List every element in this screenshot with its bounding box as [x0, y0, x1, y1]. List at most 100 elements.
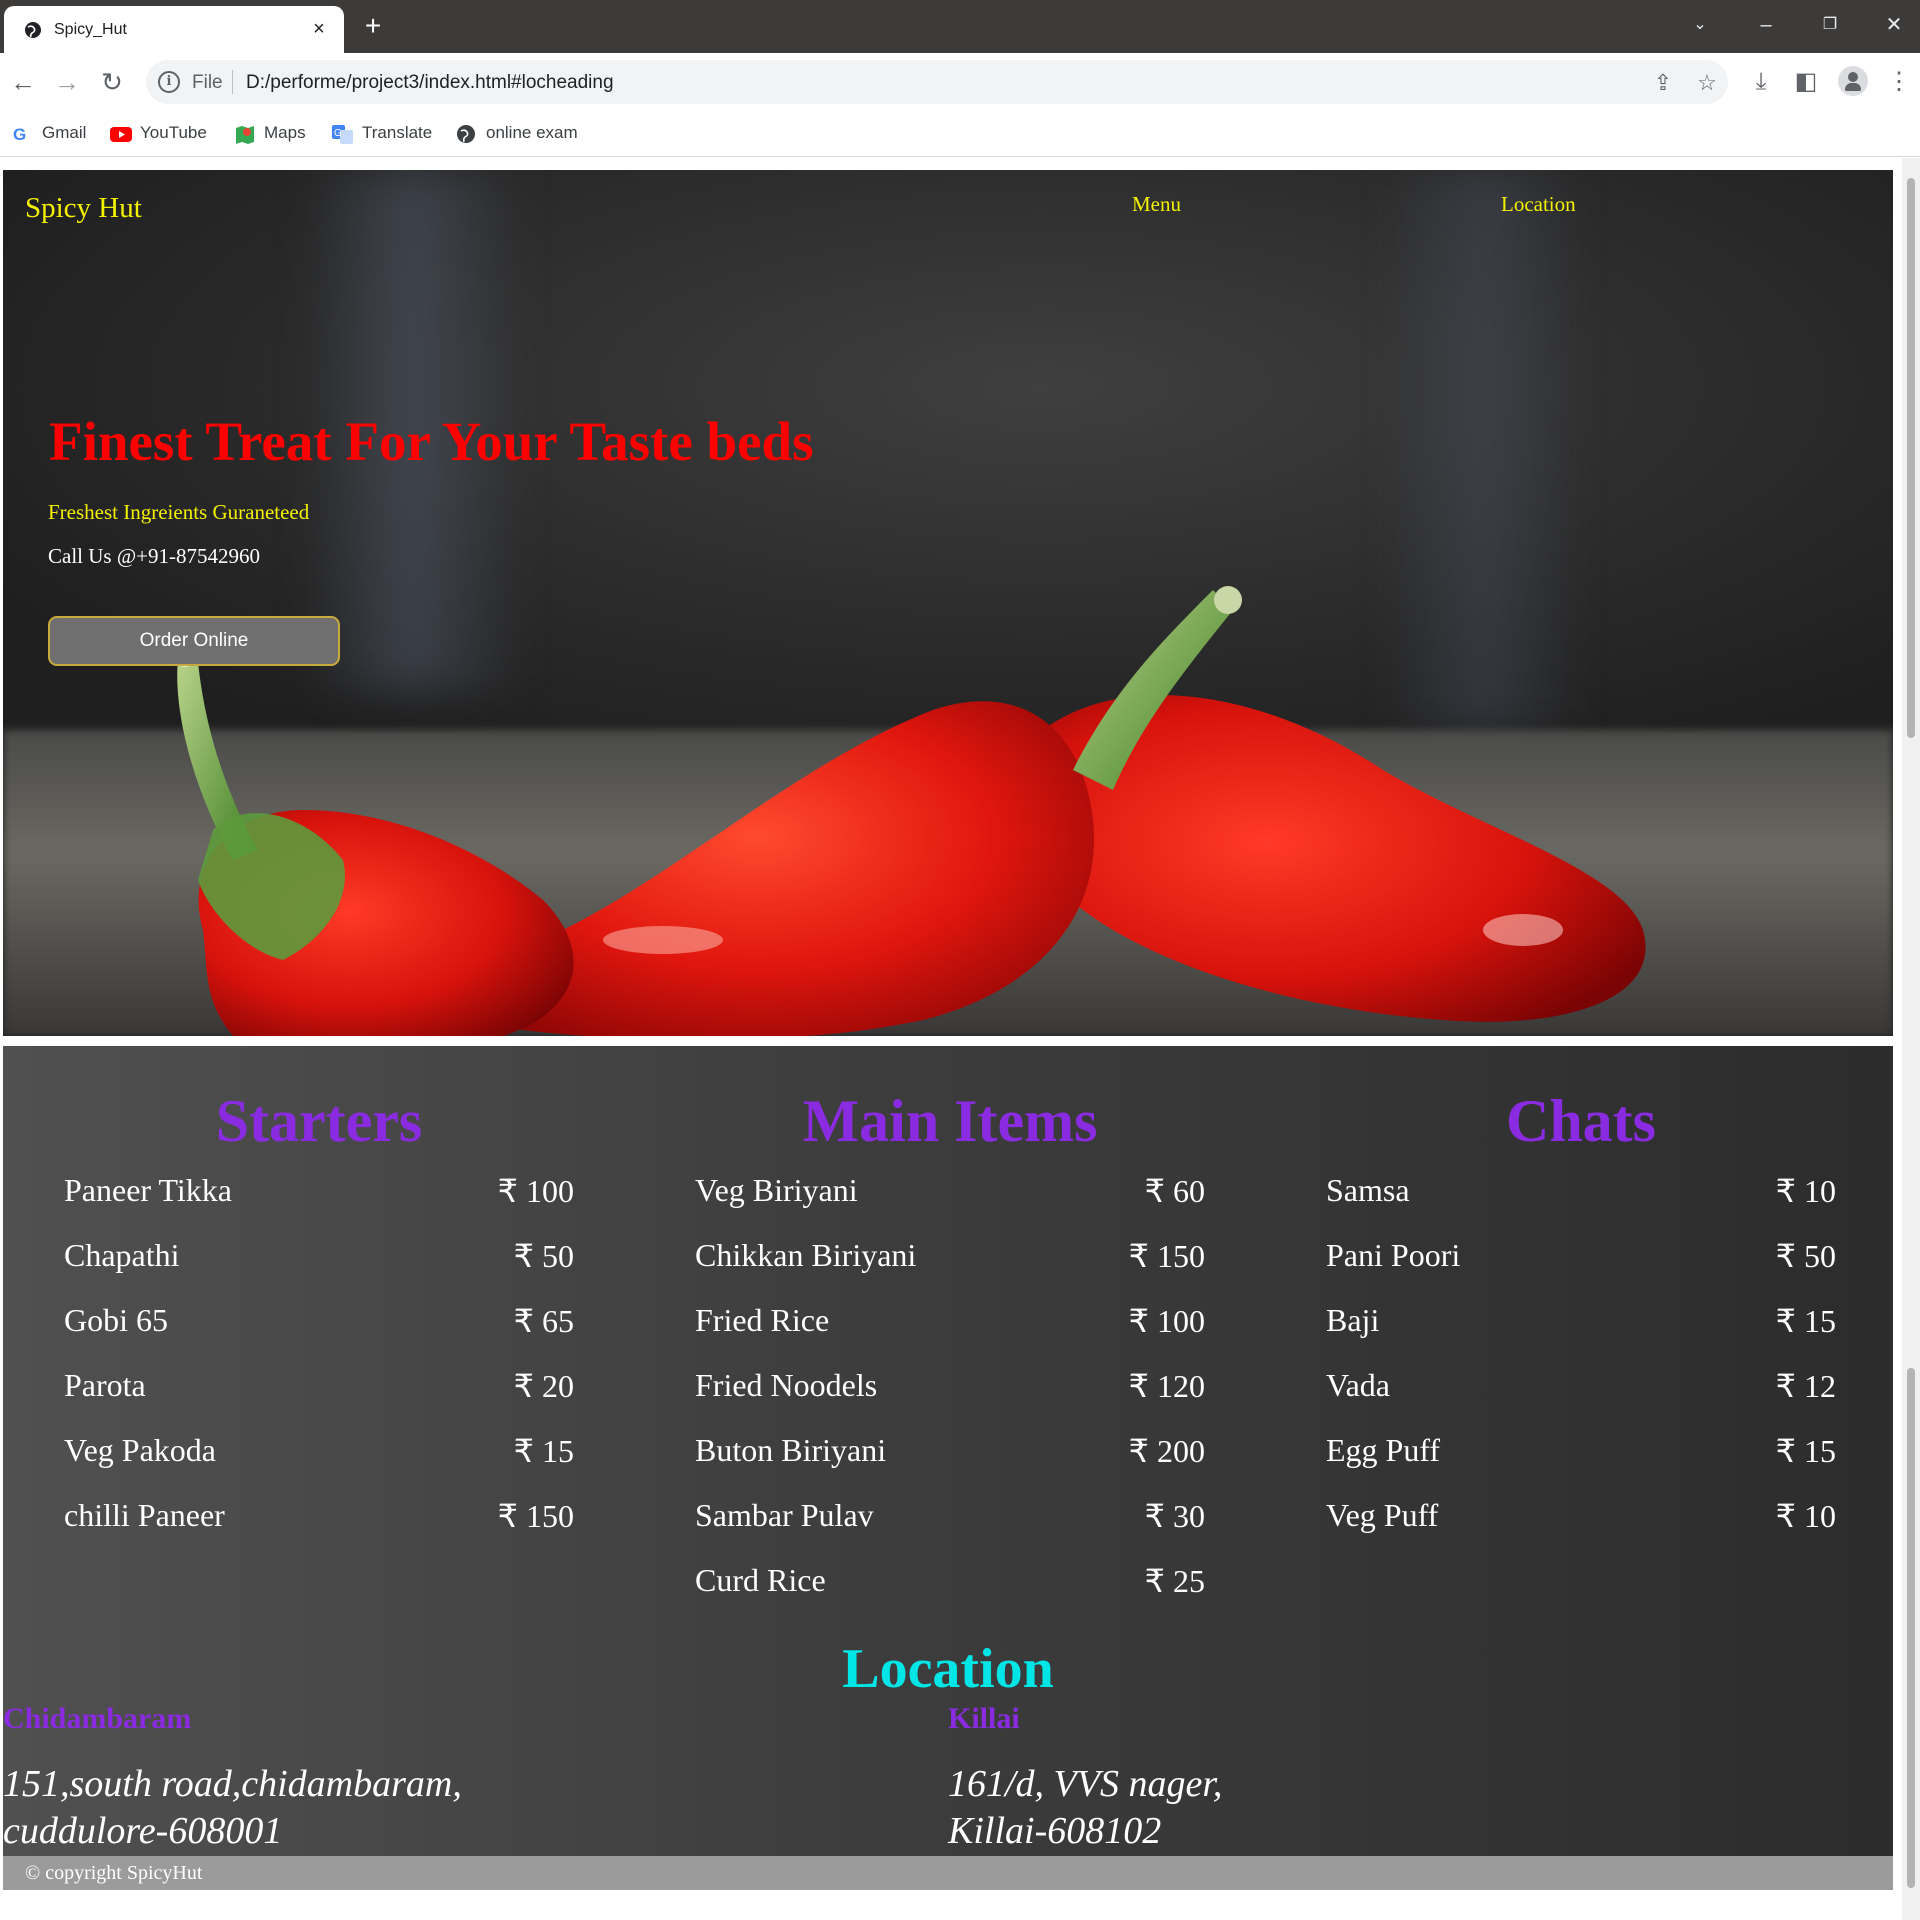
side-panel-icon[interactable]: ◧	[1791, 67, 1821, 97]
scrollbar-thumb[interactable]	[1907, 178, 1915, 738]
item-price: ₹ 50	[513, 1238, 574, 1274]
menu-item: Sambar Pulav ₹ 30	[695, 1485, 1205, 1550]
item-price: ₹ 100	[1128, 1303, 1205, 1339]
page-scrollbar[interactable]	[1902, 158, 1920, 1920]
menu-item: Fried Noodels ₹ 120	[695, 1355, 1205, 1420]
nav-location-link[interactable]: Location	[1501, 192, 1576, 217]
starters-column: Starters Paneer Tikka ₹ 100 Chapathi ₹ 50 …	[64, 1082, 574, 1550]
gmail-icon: G	[13, 125, 26, 144]
scrollbar-thumb[interactable]	[1907, 1368, 1915, 1888]
chats-column: Chats Samsa ₹ 10 Pani Poori ₹ 50 Baji ₹ 15 …	[1326, 1082, 1836, 1550]
hero-phone: Call Us @+91-87542960	[48, 544, 261, 568]
menu-item: Vada ₹ 12	[1326, 1355, 1836, 1420]
restore-icon[interactable]: ❐	[1810, 10, 1850, 40]
branch-address-killai: 161/d, VVS nager, Killai-608102	[948, 1761, 1222, 1855]
menu-item: Gobi 65 ₹ 65	[64, 1290, 574, 1355]
nav-menu-link[interactable]: Menu	[1132, 192, 1181, 217]
address-line: 151,south road,chidambaram,	[3, 1763, 462, 1805]
bookmark-translate[interactable]: G Translate	[332, 121, 432, 145]
menu-item: Pani Poori ₹ 50	[1326, 1225, 1836, 1290]
item-price: ₹ 100	[497, 1173, 574, 1209]
profile-avatar-icon[interactable]	[1838, 66, 1868, 96]
hero-subline: Freshest Ingreients Guraneteed	[48, 500, 310, 524]
address-line: 161/d, VVS nager,	[948, 1763, 1223, 1805]
item-price: ₹ 10	[1775, 1173, 1836, 1209]
starters-heading: Starters	[215, 1088, 423, 1154]
item-name: Veg Pakoda	[64, 1432, 216, 1468]
bookmark-maps[interactable]: Maps	[234, 121, 306, 145]
location-heading: Location	[842, 1638, 1054, 1700]
address-line: Killai-608102	[948, 1810, 1162, 1852]
item-name: Fried Noodels	[695, 1367, 878, 1403]
item-price: ₹ 12	[1775, 1368, 1836, 1404]
window-close-icon[interactable]: ✕	[1874, 10, 1914, 40]
forward-arrow-icon[interactable]: →	[50, 65, 84, 99]
new-tab-button[interactable]: +	[358, 12, 388, 42]
item-price: ₹ 65	[513, 1303, 574, 1339]
item-price: ₹ 50	[1775, 1238, 1836, 1274]
download-icon[interactable]: ⤓	[1746, 67, 1776, 97]
item-price: ₹ 120	[1128, 1368, 1205, 1404]
omnibox-divider	[232, 70, 233, 94]
item-name: Buton Biriyani	[695, 1432, 887, 1468]
item-price: ₹ 15	[513, 1433, 574, 1469]
item-name: Chapathi	[64, 1237, 180, 1273]
item-name: Pani Poori	[1326, 1237, 1461, 1273]
bookmark-youtube[interactable]: YouTube	[110, 121, 207, 145]
maps-icon	[236, 125, 254, 144]
bookmark-gmail[interactable]: G Gmail	[12, 121, 86, 145]
item-price: ₹ 25	[1144, 1563, 1205, 1599]
site-info-icon[interactable]: i	[158, 71, 180, 93]
url-text[interactable]: D:/performe/project3/index.html#locheadi…	[246, 72, 614, 94]
menu-item: Parota ₹ 20	[64, 1355, 574, 1420]
hero-headline: Finest Treat For Your Taste beds	[49, 411, 814, 472]
item-name: Vada	[1326, 1367, 1390, 1403]
item-price: ₹ 30	[1144, 1498, 1205, 1534]
item-price: ₹ 15	[1775, 1433, 1836, 1469]
address-bar[interactable]: i File D:/performe/project3/index.html#l…	[146, 60, 1728, 104]
item-price: ₹ 200	[1128, 1433, 1205, 1469]
bookmark-label: online exam	[486, 123, 578, 142]
chats-heading: Chats	[1505, 1088, 1657, 1154]
tab-search-chevron-icon[interactable]: ⌄	[1680, 10, 1720, 40]
translate-icon: G	[332, 124, 353, 144]
bookmarks-bar: G Gmail YouTube Maps G Translate online ex…	[0, 111, 1920, 157]
menu-item: chilli Paneer ₹ 150	[64, 1485, 574, 1550]
more-menu-icon[interactable]: ⋮	[1884, 67, 1914, 97]
tab-close-icon[interactable]: ×	[308, 18, 330, 40]
menu-item: Chikkan Biriyani ₹ 150	[695, 1225, 1205, 1290]
item-name: Veg Biriyani	[695, 1172, 858, 1208]
item-name: Gobi 65	[64, 1302, 168, 1338]
item-name: Curd Rice	[695, 1562, 826, 1598]
order-online-button[interactable]: Order Online	[48, 616, 340, 666]
share-icon[interactable]: ⇪	[1650, 70, 1676, 96]
menu-item: Egg Puff ₹ 15	[1326, 1420, 1836, 1485]
branch-name-chidambaram: Chidambaram	[3, 1702, 192, 1735]
browser-toolbar: ← → ↻ i File D:/performe/project3/index.…	[0, 53, 1920, 111]
menu-item: Baji ₹ 15	[1326, 1290, 1836, 1355]
main-items-column: Main Items Veg Biriyani ₹ 60 Chikkan Biri…	[695, 1082, 1205, 1615]
browser-tab[interactable]: Spicy_Hut ×	[4, 6, 344, 53]
svg-text:G: G	[334, 128, 342, 139]
reload-icon[interactable]: ↻	[95, 65, 129, 99]
item-name: Samsa	[1326, 1172, 1410, 1208]
item-name: Chikkan Biriyani	[695, 1237, 917, 1273]
bookmark-star-icon[interactable]: ☆	[1694, 70, 1720, 96]
tab-globe-icon	[25, 22, 41, 38]
item-price: ₹ 10	[1775, 1498, 1836, 1534]
item-price: ₹ 15	[1775, 1303, 1836, 1339]
minimize-icon[interactable]: –	[1746, 10, 1786, 40]
scheme-label: File	[192, 72, 223, 93]
menu-item: Chapathi ₹ 50	[64, 1225, 574, 1290]
bookmark-online-exam[interactable]: online exam	[456, 121, 578, 145]
brand-logo[interactable]: Spicy Hut	[25, 192, 142, 225]
footer: © copyright SpicyHut	[3, 1856, 1893, 1890]
item-name: Fried Rice	[695, 1302, 830, 1338]
copyright-text: © copyright SpicyHut	[25, 1862, 203, 1884]
back-arrow-icon[interactable]: ←	[6, 65, 40, 99]
item-name: Sambar Pulav	[695, 1497, 874, 1533]
hero-section: Spicy Hut Menu Location Finest Treat For…	[3, 170, 1893, 1036]
item-name: Egg Puff	[1326, 1432, 1441, 1468]
globe-icon	[457, 124, 475, 143]
branch-name-killai: Killai	[948, 1702, 1020, 1735]
